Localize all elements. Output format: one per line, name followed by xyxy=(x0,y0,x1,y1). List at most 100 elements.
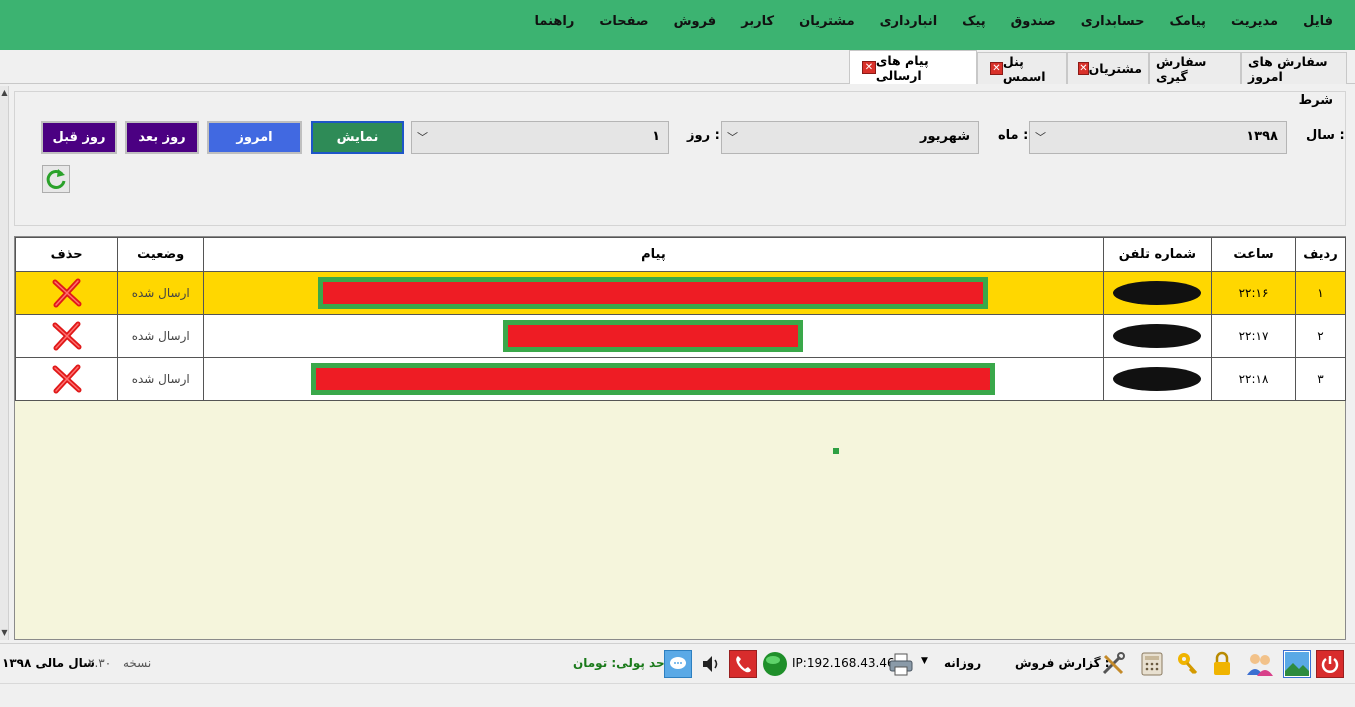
menu-item-sms[interactable]: پیامک xyxy=(1170,14,1206,29)
menu-item-file[interactable]: فایل xyxy=(1303,14,1333,29)
power-icon[interactable] xyxy=(1316,650,1344,678)
tab-sms-panel[interactable]: پنل اسمس ✕ xyxy=(977,52,1067,84)
filter-group: شرط xyxy=(14,91,1346,226)
today-button[interactable]: امروز xyxy=(207,121,302,154)
chevron-down-icon: ﹀ xyxy=(727,131,738,144)
menu-list: فایل مدیریت پیامک حسابداری صندوق پیک انب… xyxy=(509,14,1333,29)
wallpaper-icon[interactable] xyxy=(1283,650,1311,678)
tab-bar: سفارش های امروز سفارش گیری مشتریان ✕ پنل… xyxy=(0,50,1355,84)
year-value: ۱۳۹۸ xyxy=(1246,129,1278,144)
chevron-down-icon: ﹀ xyxy=(1035,131,1046,144)
refresh-button[interactable] xyxy=(42,165,70,193)
table-row[interactable]: ۱ ۲۲:۱۶ ارسال شده xyxy=(14,271,1347,315)
tab-label: مشتریان xyxy=(1088,61,1142,76)
currency-unit: واحد پولی: تومان xyxy=(573,656,677,670)
calculator-icon[interactable] xyxy=(1138,650,1166,678)
tab-sent-messages[interactable]: پیام های ارسالی ✕ xyxy=(849,50,977,84)
menu-item-courier[interactable]: پیک xyxy=(962,14,986,29)
row-phone-redacted xyxy=(1102,314,1213,358)
connection-status-icon xyxy=(761,650,789,678)
fiscal-year: سال مالی ۱۳۹۸ xyxy=(2,656,95,670)
tab-close-icon[interactable]: ✕ xyxy=(990,62,1003,75)
row-phone-redacted xyxy=(1102,271,1213,315)
redaction-mark xyxy=(503,320,804,352)
tab-label: پنل اسمس xyxy=(1002,53,1046,84)
delete-icon[interactable] xyxy=(50,319,84,353)
table-row[interactable]: ۳ ۲۲:۱۸ ارسال شده xyxy=(14,357,1347,401)
row-time: ۲۲:۱۶ xyxy=(1211,271,1296,315)
column-header-row[interactable]: ردیف xyxy=(1294,237,1347,272)
speaker-icon[interactable] xyxy=(698,650,726,678)
menu-item-cashbox[interactable]: صندوق xyxy=(1011,14,1056,29)
row-time: ۲۲:۱۸ xyxy=(1211,357,1296,401)
printer-icon[interactable] xyxy=(887,650,915,678)
delete-icon[interactable] xyxy=(50,276,84,310)
day-select[interactable]: ۱ ﹀ xyxy=(411,121,669,154)
tab-close-icon[interactable]: ✕ xyxy=(1078,62,1089,75)
version-label: نسخه xyxy=(123,656,152,670)
row-message-redacted xyxy=(203,357,1104,401)
stray-pixel-dot xyxy=(833,448,839,454)
month-label: ماه : xyxy=(998,128,1029,143)
scroll-up-icon[interactable]: ▲ xyxy=(0,88,9,98)
menu-item-customers[interactable]: مشتریان xyxy=(799,14,855,29)
phone-icon[interactable] xyxy=(729,650,757,678)
scroll-down-icon[interactable]: ▼ xyxy=(0,628,9,638)
tab-order-taking[interactable]: سفارش گیری xyxy=(1149,52,1241,84)
key-icon[interactable] xyxy=(1174,650,1202,678)
tools-icon[interactable] xyxy=(1099,650,1127,678)
menu-item-inventory[interactable]: انبارداری xyxy=(880,14,938,29)
row-phone-redacted xyxy=(1102,357,1213,401)
menu-item-accounting[interactable]: حسابداری xyxy=(1081,14,1145,29)
table-row[interactable]: ۲ ۲۲:۱۷ ارسال شده xyxy=(14,314,1347,358)
refresh-icon xyxy=(46,169,66,189)
delete-icon[interactable] xyxy=(50,362,84,396)
next-day-button[interactable]: روز بعد xyxy=(125,121,199,154)
lock-icon[interactable] xyxy=(1208,650,1236,678)
tab-close-icon[interactable]: ✕ xyxy=(862,61,876,74)
month-value: شهریور xyxy=(920,129,970,144)
redaction-mark xyxy=(311,363,996,395)
month-select[interactable]: شهریور ﹀ xyxy=(721,121,979,154)
vertical-scrollbar[interactable]: ▲ ▼ xyxy=(0,86,9,640)
tab-label: پیام های ارسالی xyxy=(875,52,929,83)
redaction-mark xyxy=(1113,281,1202,305)
column-header-message[interactable]: پیام xyxy=(203,237,1104,272)
printer-dropdown-icon[interactable]: ▼ xyxy=(921,656,928,666)
version-number: ۲.۳۰ xyxy=(88,656,112,670)
chevron-down-icon: ﹀ xyxy=(417,131,428,144)
tab-label: سفارش های امروز xyxy=(1248,53,1328,84)
row-message-redacted xyxy=(203,314,1104,358)
messages-table: ردیف ساعت شماره تلفن پیام وضعیت حذف ۱ ۲۲… xyxy=(14,236,1347,640)
report-period-value[interactable]: روزانه xyxy=(944,656,981,670)
year-label: سال : xyxy=(1306,128,1345,143)
redaction-mark xyxy=(1113,324,1202,348)
menu-item-pages[interactable]: صفحات xyxy=(599,14,648,29)
tab-customers[interactable]: مشتریان ✕ xyxy=(1067,52,1149,84)
app-window: فایل مدیریت پیامک حسابداری صندوق پیک انب… xyxy=(0,0,1355,707)
chat-icon[interactable] xyxy=(664,650,692,678)
row-delete-cell xyxy=(14,314,119,358)
users-icon[interactable] xyxy=(1245,650,1273,678)
prev-day-button[interactable]: روز قبل xyxy=(41,121,117,154)
ip-address: IP:192.168.43.46 xyxy=(792,656,895,670)
column-header-phone[interactable]: شماره تلفن xyxy=(1102,237,1213,272)
day-value: ۱ xyxy=(652,129,660,144)
show-button[interactable]: نمایش xyxy=(311,121,404,154)
menu-item-sales[interactable]: فروش xyxy=(674,14,717,29)
filter-legend: شرط xyxy=(1296,93,1335,108)
column-header-delete[interactable]: حذف xyxy=(14,237,119,272)
table-header-row: ردیف ساعت شماره تلفن پیام وضعیت حذف xyxy=(14,237,1347,272)
column-header-time[interactable]: ساعت xyxy=(1211,237,1296,272)
menu-item-user[interactable]: کاربر xyxy=(741,14,774,29)
year-select[interactable]: ۱۳۹۸ ﹀ xyxy=(1029,121,1287,154)
day-label: روز : xyxy=(687,128,720,143)
row-number: ۲ xyxy=(1294,314,1347,358)
row-status: ارسال شده xyxy=(117,271,205,315)
menu-item-help[interactable]: راهنما xyxy=(534,14,574,29)
sales-report-label: گزارش فروش : xyxy=(1015,656,1110,670)
column-header-status[interactable]: وضعیت xyxy=(117,237,205,272)
tab-todays-orders[interactable]: سفارش های امروز xyxy=(1241,52,1347,84)
menu-item-management[interactable]: مدیریت xyxy=(1231,14,1278,29)
row-time: ۲۲:۱۷ xyxy=(1211,314,1296,358)
